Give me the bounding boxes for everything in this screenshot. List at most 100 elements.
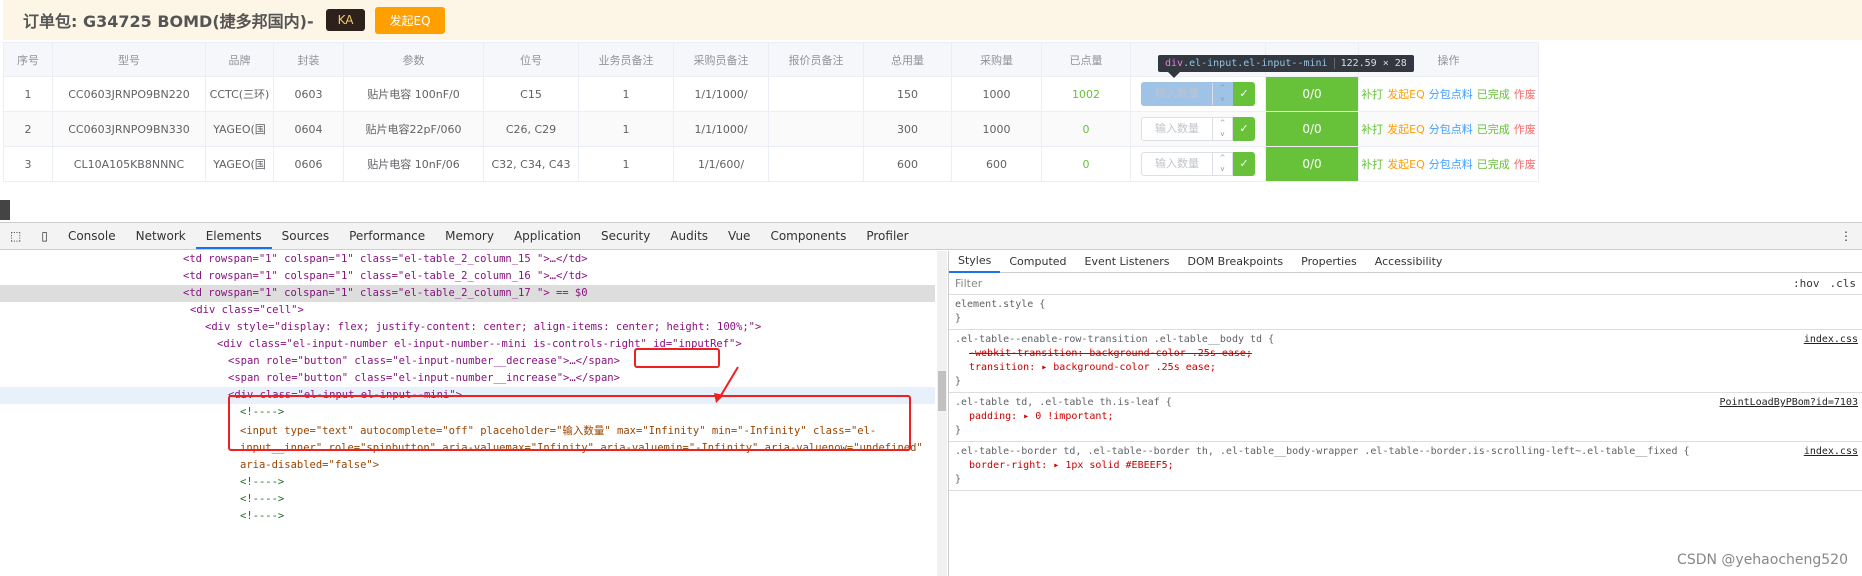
dock-icon[interactable] xyxy=(0,200,10,220)
tooltip-size: 122.59 × 28 xyxy=(1333,58,1407,69)
css-selector: .el-table--border td, .el-table--border … xyxy=(955,446,1690,457)
cell-pkg: 0603 xyxy=(273,76,344,112)
tab-sources[interactable]: Sources xyxy=(272,223,339,249)
dom-node-line[interactable]: <div class="cell"> xyxy=(0,302,935,319)
quantity-input[interactable]: 输入数量 ^ v xyxy=(1141,117,1233,141)
quantity-placeholder: 输入数量 xyxy=(1155,87,1199,100)
actions-cell: 补打 发起EQ 分包点料 已完成 作废 xyxy=(1358,76,1539,112)
tooltip-tag: div xyxy=(1165,58,1184,69)
action-link[interactable]: 发起EQ xyxy=(1387,158,1425,171)
dom-node-line[interactable]: <td rowspan="1" colspan="1" class="el-ta… xyxy=(0,251,935,268)
more-icon[interactable]: ⋮ xyxy=(1830,223,1862,249)
action-link[interactable]: 作废 xyxy=(1514,158,1536,171)
tab-profiler[interactable]: Profiler xyxy=(856,223,918,249)
cell-model: CC0603JRNPO9BN330 xyxy=(52,111,206,147)
css-source-link[interactable]: index.css xyxy=(1804,333,1858,347)
tab-security[interactable]: Security xyxy=(591,223,660,249)
table-row: 2 CC0603JRNPO9BN330 YAGEO(国 0604 贴片电容22pF/06… xyxy=(3,111,1539,147)
cell-ref: C26, C29 xyxy=(483,111,579,147)
css-source-link[interactable]: PointLoadByPBom?id=7103 xyxy=(1720,396,1858,410)
tab-components[interactable]: Components xyxy=(760,223,856,249)
actions-cell: 补打 发起EQ 分包点料 已完成 作废 xyxy=(1358,146,1539,182)
devtools-tabs: ⬚ ▯ Console Network Elements Sources Performa… xyxy=(0,223,1862,250)
action-link[interactable]: 发起EQ xyxy=(1387,88,1425,101)
column-header: 型号 xyxy=(52,42,206,77)
quantity-input[interactable]: 输入数量 ^ v xyxy=(1141,82,1233,106)
dom-node-line[interactable]: <span role="button" class="el-input-numb… xyxy=(0,353,935,370)
action-link[interactable]: 补打 xyxy=(1361,158,1383,171)
raise-eq-button[interactable]: 发起EQ xyxy=(375,6,445,34)
device-toolbar-icon[interactable]: ▯ xyxy=(31,223,58,249)
tab-memory[interactable]: Memory xyxy=(435,223,504,249)
cell-quote xyxy=(768,76,864,112)
table-row: 1 CC0603JRNPO9BN220 CCTC(三环) 0603 贴片电容 100nF… xyxy=(3,76,1539,112)
action-link[interactable]: 补打 xyxy=(1361,88,1383,101)
action-link[interactable]: 作废 xyxy=(1514,123,1536,136)
cell-pkg: 0604 xyxy=(273,111,344,147)
action-link[interactable]: 分包点料 xyxy=(1429,123,1473,136)
styles-tab[interactable]: DOM Breakpoints xyxy=(1179,252,1293,272)
styles-pane: Styles Computed Event Listeners DOM Breakpo… xyxy=(948,251,1862,576)
progress-cell: 0/0 xyxy=(1265,146,1359,182)
styles-tab[interactable]: Computed xyxy=(1000,252,1075,272)
css-property[interactable]: transition: ▸ background-color .25s ease… xyxy=(955,361,1856,375)
decrease-icon[interactable]: v xyxy=(1213,129,1232,140)
css-source-link[interactable]: index.css xyxy=(1804,445,1858,459)
increase-icon[interactable]: ^ xyxy=(1213,153,1232,164)
styles-tab[interactable]: Event Listeners xyxy=(1076,252,1179,272)
tab-performance[interactable]: Performance xyxy=(339,223,435,249)
cell-quote xyxy=(768,111,864,147)
dom-node-line[interactable]: aria-disabled="false"> xyxy=(0,457,935,474)
cell-buyer: 1/1/1000/ xyxy=(673,111,769,147)
increase-icon[interactable]: ^ xyxy=(1213,83,1232,94)
dom-node-line[interactable]: <div class="el-input-number el-input-num… xyxy=(0,336,935,353)
dom-node-line[interactable]: <div style="display: flex; justify-conte… xyxy=(0,319,935,336)
cls-button[interactable]: .cls xyxy=(1830,277,1857,290)
tab-console[interactable]: Console xyxy=(58,223,126,249)
ka-button[interactable]: KA xyxy=(325,9,366,31)
tab-vue[interactable]: Vue xyxy=(718,223,760,249)
hov-button[interactable]: :hov xyxy=(1793,277,1820,290)
increase-icon[interactable]: ^ xyxy=(1213,118,1232,129)
tab-elements[interactable]: Elements xyxy=(195,223,272,249)
tab-audits[interactable]: Audits xyxy=(660,223,718,249)
tab-application[interactable]: Application xyxy=(504,223,591,249)
decrease-icon[interactable]: v xyxy=(1213,164,1232,175)
styles-tab[interactable]: Properties xyxy=(1292,252,1366,272)
cell-pkg: 0606 xyxy=(273,146,344,182)
action-link[interactable]: 已完成 xyxy=(1477,158,1510,171)
styles-tab[interactable]: Accessibility xyxy=(1366,252,1452,272)
styles-tab[interactable]: Styles xyxy=(949,251,1001,273)
dom-node-line[interactable]: <td rowspan="1" colspan="1" class="el-ta… xyxy=(0,268,935,285)
dom-node-line[interactable]: <td rowspan="1" colspan="1" class="el-ta… xyxy=(0,285,935,302)
action-link[interactable]: 补打 xyxy=(1361,123,1383,136)
action-link[interactable]: 发起EQ xyxy=(1387,123,1425,136)
confirm-check-button[interactable]: ✓ xyxy=(1233,82,1255,106)
quantity-input[interactable]: 输入数量 ^ v xyxy=(1141,152,1233,176)
inspect-icon[interactable]: ⬚ xyxy=(0,223,31,249)
action-link[interactable]: 分包点料 xyxy=(1429,158,1473,171)
css-property[interactable]: padding: ▸ 0 !important; xyxy=(955,410,1856,424)
tab-network[interactable]: Network xyxy=(126,223,196,249)
cell-total: 150 xyxy=(863,76,952,112)
action-link[interactable]: 已完成 xyxy=(1477,88,1510,101)
confirm-check-button[interactable]: ✓ xyxy=(1233,117,1255,141)
dom-node-line[interactable]: <!----> xyxy=(0,508,935,525)
watermark: CSDN @yehaocheng520 xyxy=(1677,552,1848,568)
elements-scrollbar[interactable] xyxy=(937,251,947,576)
action-link[interactable]: 已完成 xyxy=(1477,123,1510,136)
dom-node-line[interactable]: <span role="button" class="el-input-numb… xyxy=(0,370,935,387)
confirm-check-button[interactable]: ✓ xyxy=(1233,152,1255,176)
action-link[interactable]: 分包点料 xyxy=(1429,88,1473,101)
quantity-stepper: 输入数量 ^ v ✓ xyxy=(1132,78,1265,111)
styles-filter-input[interactable]: Filter xyxy=(955,277,1783,290)
action-link[interactable]: 作废 xyxy=(1514,88,1536,101)
dom-node-line[interactable]: <!----> xyxy=(0,491,935,508)
css-selector: element.style { xyxy=(955,299,1046,310)
dom-node-line[interactable]: <!----> xyxy=(0,474,935,491)
css-property[interactable]: -webkit-transition: background-color .25… xyxy=(955,347,1856,361)
decrease-icon[interactable]: v xyxy=(1213,94,1232,105)
inspector-tooltip: div.el-input.el-input--mini 122.59 × 28 xyxy=(1158,55,1414,78)
css-property[interactable]: border-right: ▸ 1px solid #EBEEF5; xyxy=(955,459,1856,473)
css-close-brace: } xyxy=(955,376,962,387)
